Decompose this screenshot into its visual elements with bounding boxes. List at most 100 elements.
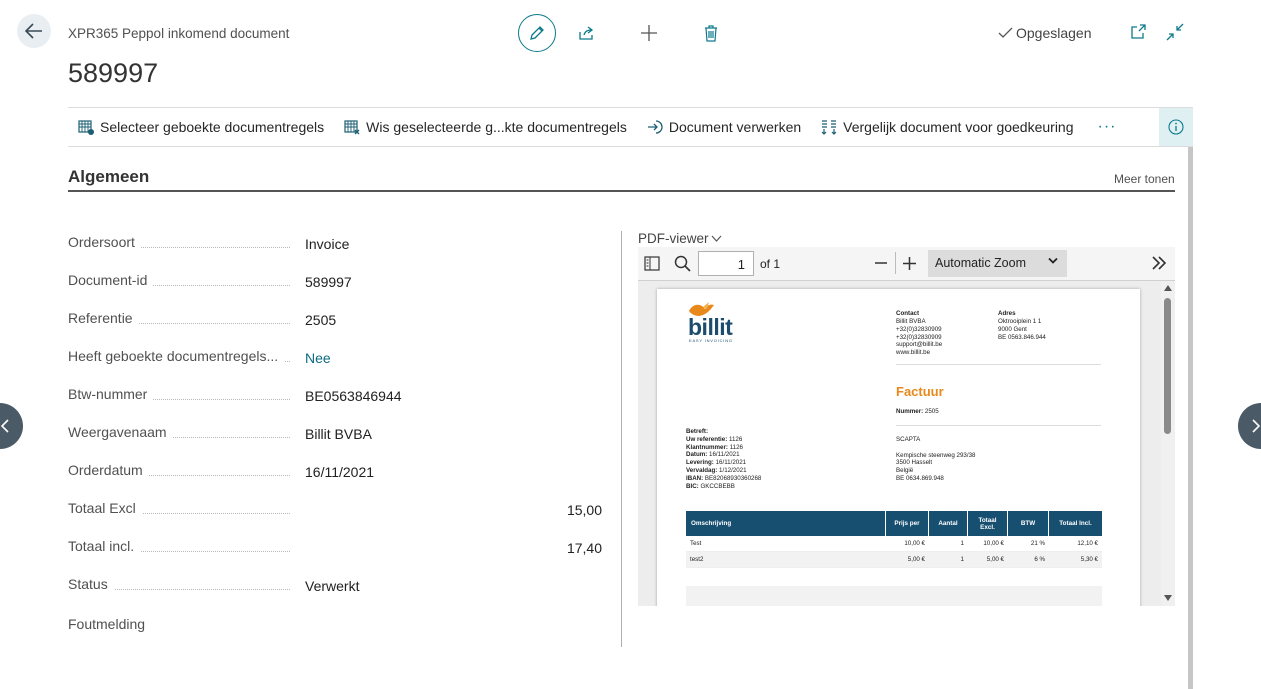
- invoice-table: Omschrijving Prijs per Aantal Totaal Exc…: [686, 511, 1102, 568]
- field-btw-nummer: Btw-nummer BE0563846944: [68, 386, 602, 406]
- share-button[interactable]: [556, 14, 618, 52]
- pdf-viewer-title[interactable]: PDF-viewer: [638, 231, 722, 246]
- logo-text: billit: [688, 314, 733, 340]
- section-divider: [68, 190, 1175, 192]
- compare-document-button[interactable]: Vergelijk document voor goedkeuring: [811, 108, 1083, 146]
- field-has-posted-lines: Heeft geboekte documentregels... Nee: [68, 348, 602, 368]
- field-value[interactable]: Verwerkt: [305, 578, 359, 594]
- field-value[interactable]: Billit BVBA: [305, 426, 372, 442]
- field-label: Weergavenaam: [68, 424, 173, 440]
- process-icon: [647, 120, 663, 134]
- field-orderdatum: Orderdatum 16/11/2021: [68, 462, 602, 482]
- plus-icon: [903, 257, 916, 270]
- toolbar-separator: [895, 252, 896, 274]
- collapse-button[interactable]: [1166, 23, 1184, 46]
- show-more-link[interactable]: Meer tonen: [1114, 172, 1175, 186]
- back-button[interactable]: [17, 14, 51, 48]
- clear-selected-lines-label: Wis geselecteerde g...kte documentregels: [366, 119, 627, 135]
- sidebar-toggle-button[interactable]: [644, 256, 660, 276]
- field-label: Orderdatum: [68, 462, 149, 478]
- column-divider: [621, 231, 622, 647]
- compare-icon: [821, 120, 837, 135]
- field-weergavenaam: Weergavenaam Billit BVBA: [68, 424, 602, 444]
- new-button[interactable]: [618, 14, 680, 52]
- page-scrollbar[interactable]: [1188, 147, 1193, 689]
- triangle-down-icon[interactable]: [1164, 595, 1172, 601]
- field-value[interactable]: 589997: [305, 274, 352, 290]
- chevron-right-icon: [1252, 419, 1260, 433]
- info-icon: [1168, 119, 1184, 135]
- rule: [896, 425, 1101, 426]
- field-label: Foutmelding: [68, 616, 146, 632]
- triangle-up-icon[interactable]: [1164, 285, 1172, 291]
- page-title: 589997: [68, 58, 159, 88]
- page-number-input[interactable]: 1: [698, 251, 754, 276]
- select-posted-lines-button[interactable]: Selecteer geboekte documentregels: [68, 108, 334, 146]
- zoom-in-button[interactable]: [902, 256, 917, 276]
- field-label: Totaal Excl: [68, 500, 142, 516]
- open-in-new-icon: [1131, 24, 1146, 39]
- field-value-link[interactable]: Nee: [305, 350, 331, 366]
- search-icon: [674, 255, 691, 272]
- page-count: of 1: [760, 257, 781, 271]
- chevron-left-icon: [1, 419, 9, 433]
- field-totaal-incl: Totaal incl. 17,40: [68, 538, 602, 558]
- open-new-window-button[interactable]: [1130, 23, 1147, 45]
- pdf-scrollbar[interactable]: [1161, 281, 1175, 606]
- field-totaal-excl: Totaal Excl 15,00: [68, 500, 602, 520]
- totals-block: [686, 586, 1102, 606]
- delete-button[interactable]: [680, 14, 742, 52]
- pdf-document-area[interactable]: billit EASY INVOICING Contact Billit BVB…: [638, 281, 1175, 606]
- compare-document-label: Vergelijk document voor goedkeuring: [843, 119, 1074, 135]
- pencil-icon: [530, 26, 544, 40]
- section-title[interactable]: Algemeen: [68, 167, 149, 187]
- field-label: Document-id: [68, 272, 154, 288]
- action-bar: Selecteer geboekte documentregels Wis ge…: [68, 107, 1193, 147]
- factbox-toggle-button[interactable]: [1159, 108, 1193, 146]
- field-label: Status: [68, 576, 114, 592]
- logo-tagline: EASY INVOICING: [689, 338, 733, 343]
- top-actions: [518, 14, 742, 52]
- table-row: test2 5,00 € 1 5,00 € 6 % 5,30 €: [686, 552, 1102, 568]
- invoice-number: Nummer: 2505: [896, 408, 939, 415]
- field-value[interactable]: 2505: [305, 312, 336, 328]
- field-foutmelding: Foutmelding: [68, 614, 602, 634]
- clear-selected-lines-button[interactable]: Wis geselecteerde g...kte documentregels: [334, 108, 637, 146]
- zoom-select[interactable]: Automatic Zoom: [928, 250, 1067, 277]
- invoice-heading: Factuur: [896, 384, 944, 399]
- chevron-down-icon: [711, 235, 721, 242]
- collapse-icon: [1166, 23, 1184, 41]
- pdf-scrollbar-thumb[interactable]: [1164, 298, 1171, 434]
- field-label: Referentie: [68, 310, 139, 326]
- field-status: Status Verwerkt: [68, 576, 602, 596]
- edit-button[interactable]: [518, 14, 556, 52]
- next-record-button[interactable]: [1238, 403, 1261, 449]
- customer-block: SCAPTA Kempische steenweg 293/38 3500 Has…: [896, 436, 976, 482]
- process-document-button[interactable]: Document verwerken: [637, 108, 811, 146]
- find-button[interactable]: [674, 255, 691, 277]
- page-caption: XPR365 Peppol inkomend document: [68, 26, 290, 41]
- minus-icon: [875, 262, 887, 264]
- address-heading: Adres: [998, 310, 1016, 317]
- address-block: Oktrooiplein 1 1 9000 Gent BE 0563.846.944: [998, 318, 1046, 341]
- pdf-viewer-label: PDF-viewer: [638, 231, 709, 246]
- field-ordersoort: Ordersoort Invoice: [68, 234, 602, 254]
- contact-heading: Contact: [896, 310, 920, 317]
- field-value[interactable]: 15,00: [567, 502, 602, 518]
- plus-icon: [641, 25, 657, 41]
- arrow-left-icon: [25, 23, 42, 39]
- sidebar-icon: [644, 256, 660, 271]
- select-posted-lines-label: Selecteer geboekte documentregels: [100, 119, 325, 135]
- zoom-out-button[interactable]: [874, 256, 888, 275]
- field-value[interactable]: BE0563846944: [305, 388, 402, 404]
- field-value[interactable]: 17,40: [567, 540, 602, 556]
- zoom-select-value: Automatic Zoom: [935, 256, 1027, 270]
- share-icon: [579, 26, 594, 40]
- field-value[interactable]: 16/11/2021: [305, 464, 374, 480]
- more-actions-button[interactable]: ···: [1084, 108, 1131, 146]
- process-document-label: Document verwerken: [668, 119, 802, 135]
- tools-button[interactable]: [1151, 256, 1167, 275]
- pdf-page: billit EASY INVOICING Contact Billit BVB…: [657, 289, 1140, 606]
- field-value[interactable]: Invoice: [305, 236, 349, 252]
- previous-record-button[interactable]: [0, 403, 23, 449]
